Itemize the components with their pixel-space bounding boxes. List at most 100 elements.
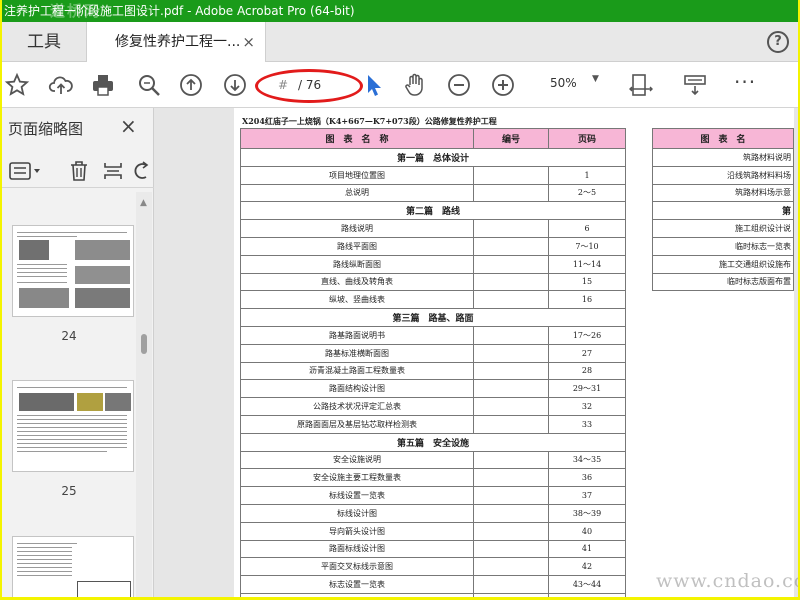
toc-section-row: 第二篇 路线 bbox=[240, 201, 626, 221]
row-name: 安全设施说明 bbox=[240, 450, 474, 470]
row-number bbox=[473, 236, 549, 256]
toc-row: 路基标准横断面图 27 bbox=[240, 343, 626, 363]
toc-header-row: 图 表 名 称 编号 页码 bbox=[240, 128, 626, 149]
thumbnail-label: 24 bbox=[61, 329, 77, 343]
row-number bbox=[473, 379, 549, 399]
toc-row: 平面交叉标线示意图 42 bbox=[240, 557, 626, 577]
row-name: 临时标志版面布置 bbox=[652, 272, 794, 292]
section-title: 第一篇 总体设计 bbox=[240, 148, 626, 167]
toc-row: 总说明 2～5 bbox=[240, 183, 626, 203]
toc-row: 安全设施说明 34～35 bbox=[240, 450, 626, 470]
row-number bbox=[473, 539, 549, 559]
print-icon[interactable] bbox=[90, 72, 116, 98]
thumbnail-options-icon[interactable] bbox=[8, 160, 44, 186]
toc-header-row: 图 表 名 bbox=[652, 128, 794, 149]
thumbnail-page-26[interactable] bbox=[12, 536, 134, 597]
row-name: 纵坡、竖曲线表 bbox=[240, 290, 474, 310]
scroll-mode-icon[interactable] bbox=[682, 72, 708, 98]
row-name: 筑路材料说明 bbox=[652, 148, 794, 167]
row-page: 36 bbox=[548, 468, 626, 488]
toc-row: 路线平面图 7～10 bbox=[240, 236, 626, 256]
row-number bbox=[473, 254, 549, 274]
row-name: 公路技术状况评定汇总表 bbox=[240, 397, 474, 416]
row-number bbox=[473, 575, 549, 594]
row-name: 导向箭头设计图 bbox=[240, 521, 474, 541]
thumbnail-scrollbar[interactable]: ▲ bbox=[136, 192, 152, 597]
row-name: 平面交叉标线示意图 bbox=[240, 557, 474, 577]
toc-section-row: 第五篇 安全设施 bbox=[240, 432, 626, 452]
row-name: 路面标线设计图 bbox=[240, 539, 474, 559]
select-cursor-icon[interactable] bbox=[360, 72, 386, 98]
row-page: 43～44 bbox=[548, 575, 626, 594]
page-up-icon[interactable] bbox=[178, 72, 204, 98]
row-page: 32 bbox=[548, 397, 626, 416]
toc-row: 标线设计图 38～39 bbox=[240, 503, 626, 523]
row-name: 筑路材料场示意 bbox=[652, 183, 794, 203]
row-number bbox=[473, 325, 549, 345]
thumbnail-page-25[interactable] bbox=[12, 380, 134, 472]
row-page: 27 bbox=[548, 343, 626, 363]
toc-section-row: 第三篇 路基、路面 bbox=[240, 308, 626, 327]
insert-page-icon[interactable] bbox=[102, 160, 124, 186]
row-page: 41 bbox=[548, 539, 626, 559]
zoom-in-icon[interactable] bbox=[490, 72, 516, 98]
row-number bbox=[473, 290, 549, 310]
row-page: 16 bbox=[548, 290, 626, 310]
thumbnail-list: 24 25 bbox=[2, 192, 136, 597]
star-icon[interactable] bbox=[4, 72, 30, 98]
title-bar: 注养护工程一阶段施工图设计.pdf - Adobe Acrobat Pro (6… bbox=[2, 0, 798, 22]
row-name: 沿线筑路材料料场 bbox=[652, 165, 794, 185]
row-name: 路线说明 bbox=[240, 219, 474, 238]
toc-row: 项目地理位置图 1 bbox=[240, 165, 626, 185]
header-page: 页码 bbox=[548, 128, 626, 149]
tab-document-label: 修复性养护工程一... bbox=[115, 34, 241, 50]
site-watermark: 道桥网 bbox=[50, 2, 102, 20]
toc-row: 沥青混凝土路面工程数量表 28 bbox=[240, 361, 626, 381]
row-page: 1 bbox=[548, 165, 626, 185]
rotate-page-icon[interactable] bbox=[134, 160, 152, 186]
zoom-search-icon[interactable] bbox=[136, 72, 162, 98]
row-number bbox=[473, 219, 549, 238]
row-page: 15 bbox=[548, 272, 626, 292]
page-down-icon[interactable] bbox=[222, 72, 248, 98]
tab-tools[interactable]: 工具 bbox=[2, 22, 86, 62]
row-name: 路基路面说明书 bbox=[240, 325, 474, 345]
row-page: 37 bbox=[548, 486, 626, 505]
toc-section-row: 第一篇 总体设计 bbox=[240, 148, 626, 167]
tab-close-icon[interactable]: × bbox=[242, 22, 255, 62]
delete-page-icon[interactable] bbox=[68, 160, 90, 186]
toc-row: 路基路面说明书 17～26 bbox=[240, 325, 626, 345]
help-icon[interactable]: ? bbox=[767, 31, 789, 53]
zoom-out-icon[interactable] bbox=[446, 72, 472, 98]
toc-row: 公路技术状况评定汇总表 32 bbox=[240, 397, 626, 416]
row-number bbox=[473, 450, 549, 470]
row-number bbox=[473, 503, 549, 523]
cloud-upload-icon[interactable] bbox=[48, 72, 74, 98]
zoom-level[interactable]: 50% bbox=[550, 76, 577, 90]
tab-document[interactable]: 修复性养护工程一... × bbox=[86, 22, 266, 63]
scrollbar-thumb[interactable] bbox=[141, 334, 147, 354]
row-page: 45～54 bbox=[548, 592, 626, 597]
tab-bar: 工具 修复性养护工程一... × ? bbox=[2, 22, 798, 63]
toc-row: 施工组织设计说 bbox=[652, 219, 794, 238]
panel-close-icon[interactable]: × bbox=[120, 114, 137, 138]
row-number bbox=[473, 397, 549, 416]
zoom-dropdown-icon[interactable]: ▼ bbox=[592, 74, 599, 84]
row-number bbox=[473, 361, 549, 381]
toc-row: 路线说明 6 bbox=[240, 219, 626, 238]
row-page: 29～31 bbox=[548, 379, 626, 399]
header-number: 编号 bbox=[473, 128, 549, 149]
hand-tool-icon[interactable] bbox=[402, 72, 428, 98]
more-tools-icon[interactable]: ··· bbox=[734, 70, 756, 94]
row-name: 标志设置一览表 bbox=[240, 575, 474, 594]
fit-page-icon[interactable] bbox=[628, 72, 654, 98]
thumbnail-page-24[interactable] bbox=[12, 225, 134, 317]
toc-table-right: 图 表 名 筑路材料说明 沿线筑路材料料场 筑路材料场示意第施工组织设计说 临时标志一… bbox=[652, 128, 794, 292]
row-number bbox=[473, 165, 549, 185]
row-page: 42 bbox=[548, 557, 626, 577]
panel-title: 页面缩略图 bbox=[8, 120, 84, 138]
scroll-up-icon[interactable]: ▲ bbox=[140, 198, 147, 208]
row-page: 38～39 bbox=[548, 503, 626, 523]
section-title: 第 bbox=[652, 201, 794, 221]
row-page: 2～5 bbox=[548, 183, 626, 203]
